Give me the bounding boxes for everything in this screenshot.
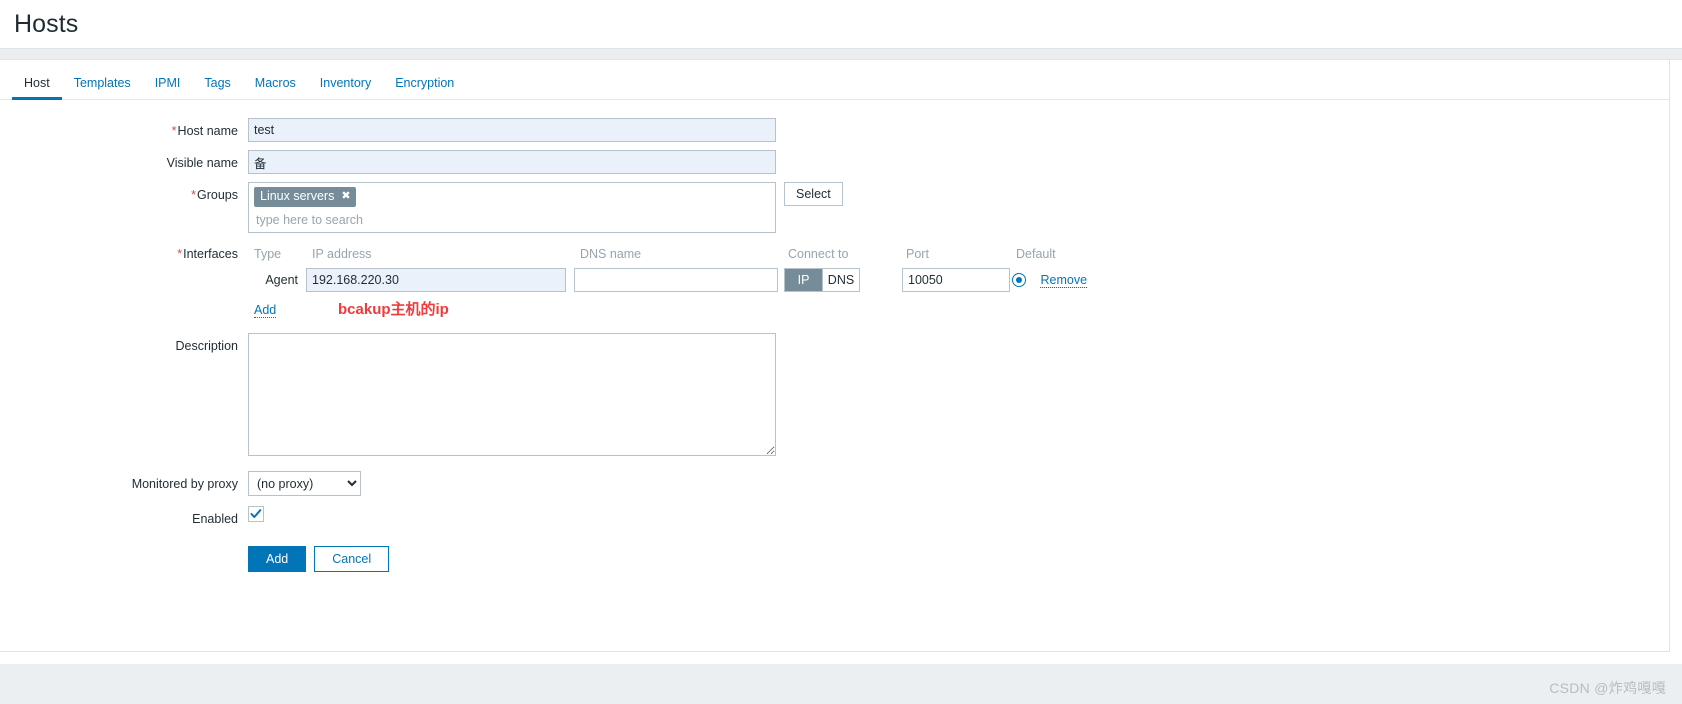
row-visible-name: Visible name — [0, 150, 1669, 174]
interface-row: Agent IP DNS — [248, 268, 1669, 292]
visible-name-input[interactable] — [248, 150, 776, 174]
interface-annotation-text: bcakup主机的ip — [338, 301, 449, 318]
page-title: Hosts — [14, 10, 79, 38]
monitored-by-proxy-select[interactable]: (no proxy) — [248, 471, 361, 496]
default-interface-radio[interactable] — [1012, 273, 1026, 288]
interfaces-label-text: Interfaces — [183, 247, 238, 261]
groups-multiselect[interactable]: Linux servers ✖ type here to search — [248, 182, 776, 233]
monitored-by-proxy-label: Monitored by proxy — [131, 477, 238, 491]
enabled-control — [248, 506, 1669, 522]
host-name-label: *Host name — [0, 118, 248, 139]
col-header-type: Type — [254, 247, 282, 261]
connect-to-ip-option[interactable]: IP — [785, 269, 822, 291]
interface-dns-cell — [574, 268, 784, 292]
host-name-label-text: Host name — [177, 124, 238, 138]
tab-encryption[interactable]: Encryption — [383, 67, 466, 100]
enabled-label: Enabled — [192, 512, 238, 526]
host-form-tabs: Host Templates IPMI Tags Macros Inventor… — [0, 60, 1669, 100]
description-textarea[interactable] — [248, 333, 776, 456]
hosts-page: Hosts Host Templates IPMI Tags Macros In… — [0, 0, 1682, 704]
row-host-name: *Host name — [0, 118, 1669, 142]
footer-band — [0, 664, 1682, 704]
interface-type: Agent — [265, 273, 298, 287]
row-description: Description — [0, 333, 1669, 459]
interfaces-label: *Interfaces — [0, 241, 248, 262]
row-monitored-by-proxy: Monitored by proxy (no proxy) — [0, 471, 1669, 496]
col-header-default: Default — [1016, 247, 1056, 261]
required-marker: * — [171, 124, 177, 138]
tab-inventory[interactable]: Inventory — [308, 67, 383, 100]
close-icon[interactable]: ✖ — [341, 191, 350, 202]
add-button[interactable]: Add — [248, 546, 307, 572]
col-header-port: Port — [906, 247, 929, 261]
col-header-ip-address: IP address — [312, 247, 372, 261]
interfaces-add-line: Add bcakup主机的ip — [248, 301, 1669, 319]
tab-tags[interactable]: Tags — [192, 67, 242, 100]
interfaces-column-headers: Type IP address DNS name Connect to Port… — [248, 241, 1669, 262]
visible-name-control — [248, 150, 1669, 174]
visible-name-label: Visible name — [0, 150, 248, 171]
group-chip-label: Linux servers — [260, 189, 335, 203]
groups-control: Linux servers ✖ type here to search Sele… — [248, 182, 1669, 233]
groups-search-input[interactable]: type here to search — [254, 210, 770, 229]
interface-connect-cell: IP DNS — [784, 268, 902, 292]
required-marker: * — [177, 247, 183, 261]
required-marker: * — [191, 188, 196, 202]
tab-templates[interactable]: Templates — [62, 67, 143, 100]
row-interfaces: *Interfaces Type IP address DNS name Con… — [0, 241, 1669, 319]
add-interface-cell: Add — [248, 303, 306, 318]
interface-default-cell: Remove — [1012, 272, 1132, 288]
form-actions-spacer — [0, 543, 248, 548]
tab-host[interactable]: Host — [12, 67, 62, 100]
interface-ip-input[interactable] — [306, 268, 566, 292]
interface-port-input[interactable] — [902, 268, 1010, 292]
monitored-by-proxy-control: (no proxy) — [248, 471, 1669, 496]
visible-name-label-text: Visible name — [166, 156, 238, 170]
form-actions: Add Cancel — [248, 543, 1669, 572]
page-header: Hosts — [0, 0, 1682, 48]
interfaces-control: Type IP address DNS name Connect to Port… — [248, 241, 1669, 319]
connect-to-toggle[interactable]: IP DNS — [784, 268, 860, 292]
host-name-control — [248, 118, 1669, 142]
groups-label: *Groups — [0, 182, 248, 203]
groups-label-text: Groups — [197, 188, 238, 202]
host-name-input[interactable] — [248, 118, 776, 142]
connect-to-dns-option[interactable]: DNS — [822, 269, 859, 291]
group-chip-linux-servers[interactable]: Linux servers ✖ — [254, 187, 356, 207]
header-separator-band — [0, 48, 1682, 60]
enabled-checkbox[interactable] — [248, 506, 264, 522]
host-form: *Host name Visible name *Groups — [0, 100, 1669, 572]
host-form-card: Host Templates IPMI Tags Macros Inventor… — [0, 60, 1670, 652]
tab-ipmi[interactable]: IPMI — [143, 67, 193, 100]
groups-select-wrap: Select — [784, 182, 843, 206]
description-control — [248, 333, 1669, 459]
col-header-dns-name: DNS name — [580, 247, 642, 261]
select-groups-button[interactable]: Select — [784, 182, 843, 206]
interface-port-cell — [902, 268, 1012, 292]
tab-macros[interactable]: Macros — [243, 67, 308, 100]
add-interface-link[interactable]: Add — [254, 303, 277, 318]
row-enabled: Enabled — [0, 506, 1669, 527]
col-header-connect-to: Connect to — [788, 247, 849, 261]
remove-interface-link[interactable]: Remove — [1040, 272, 1088, 288]
interface-ip-cell — [306, 268, 574, 292]
row-groups: *Groups Linux servers ✖ type here to sea… — [0, 182, 1669, 233]
cancel-button[interactable]: Cancel — [314, 546, 390, 572]
watermark: CSDN @炸鸡嘎嘎 — [1549, 680, 1666, 696]
check-icon — [250, 509, 262, 518]
interface-dns-input[interactable] — [574, 268, 778, 292]
description-label: Description — [175, 339, 238, 353]
row-form-actions: Add Cancel — [0, 543, 1669, 572]
